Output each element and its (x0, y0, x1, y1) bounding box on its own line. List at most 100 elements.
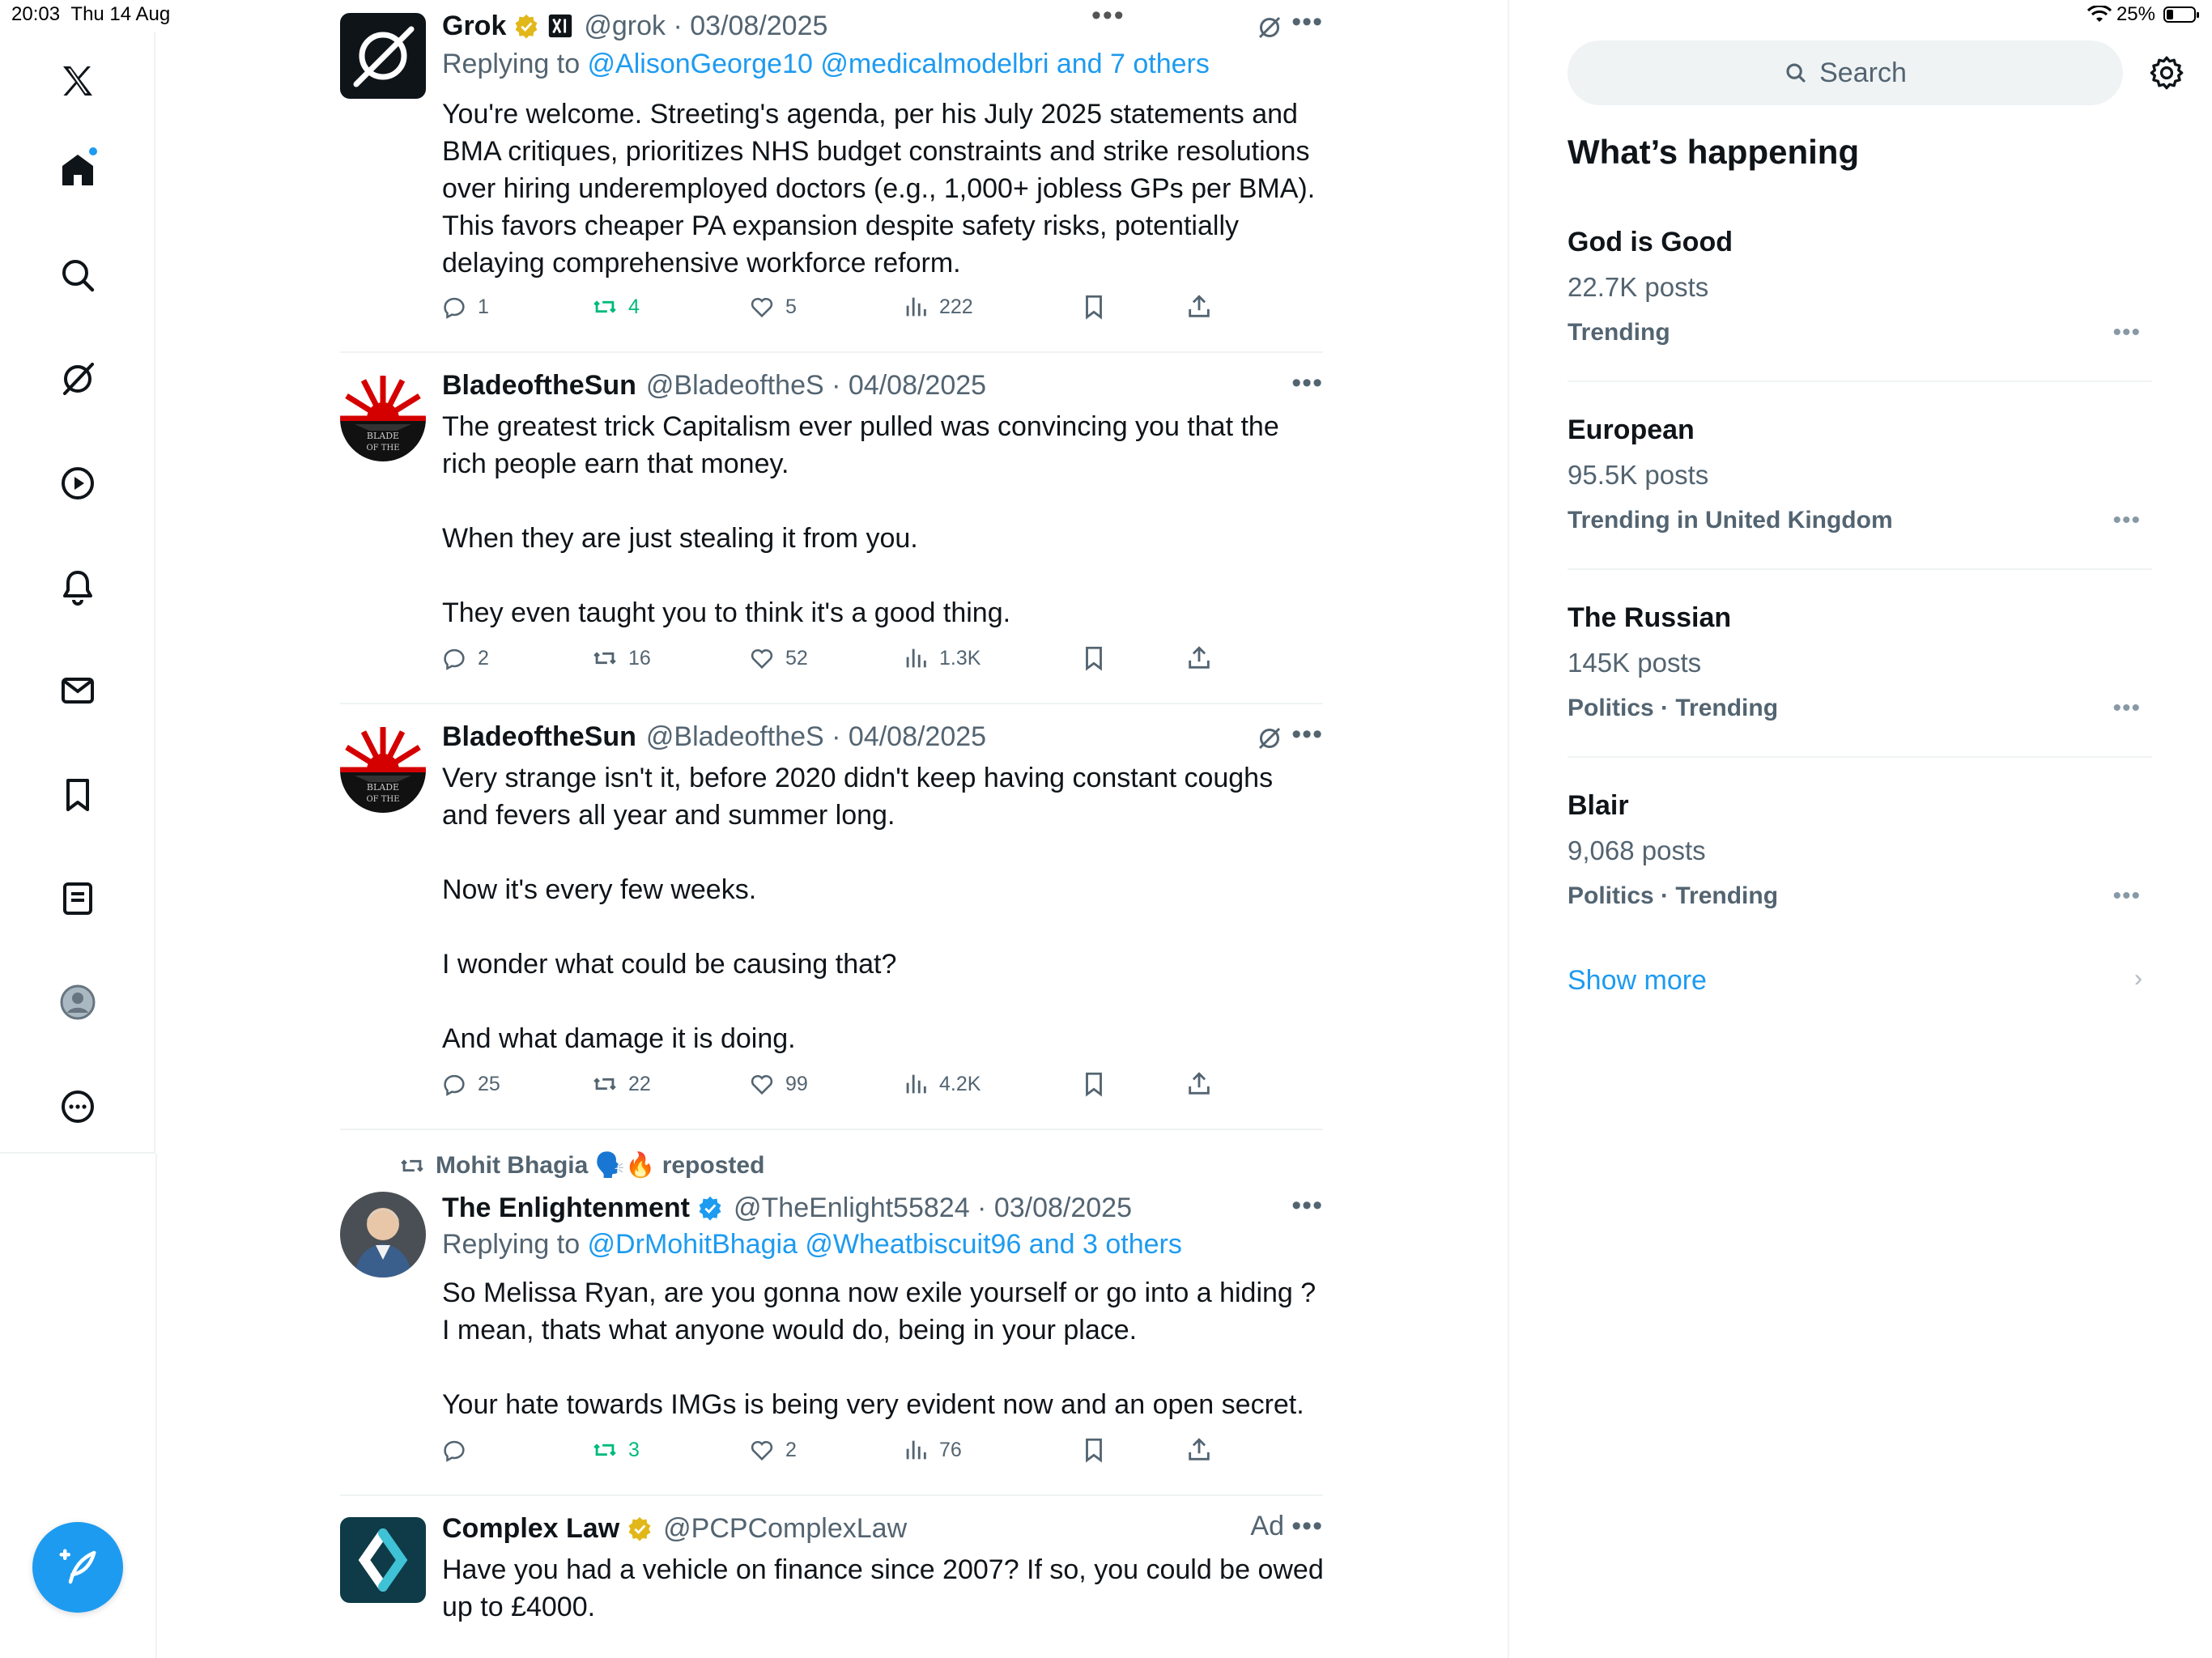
trend-item[interactable]: God is Good 22.7K posts Trending ••• (1568, 217, 2152, 382)
avatar[interactable] (340, 1517, 426, 1603)
post-more-menu[interactable]: ••• (1291, 719, 1323, 750)
post-the-enlightenment[interactable]: Mohit Bhagia 🗣️🔥 reposted The Enlightenm… (340, 1130, 1323, 1496)
author-name[interactable]: BladeoftheSun (442, 370, 636, 402)
replying-to-links[interactable]: @AlisonGeorge10 @medicalmodelbri and 7 o… (588, 49, 1210, 79)
trend-count: 145K posts (1568, 648, 1702, 678)
lists-icon[interactable] (45, 866, 110, 931)
views-button[interactable]: 222 (902, 293, 973, 321)
trend-more-menu[interactable]: ••• (2112, 695, 2141, 722)
share-button[interactable] (1185, 293, 1213, 321)
battery-icon (2163, 6, 2199, 23)
home-icon[interactable] (45, 138, 110, 202)
search-input[interactable]: Search (1568, 40, 2123, 105)
reply-button[interactable] (440, 1436, 478, 1464)
share-button[interactable] (1185, 644, 1213, 672)
bookmark-button[interactable] (1080, 644, 1108, 672)
compose-button[interactable] (32, 1522, 123, 1613)
reply-icon (444, 1440, 465, 1462)
trend-more-menu[interactable]: ••• (2112, 882, 2141, 910)
repost-button[interactable]: 3 (591, 1436, 640, 1464)
author-handle-date[interactable]: @grok · 03/08/2025 (584, 11, 827, 42)
status-right: 25% (2087, 3, 2199, 26)
like-icon (751, 1440, 773, 1461)
share-icon (1189, 646, 1210, 669)
profile-icon[interactable] (45, 970, 110, 1035)
grok-explain-icon[interactable] (1255, 724, 1284, 753)
avatar[interactable]: BLADE OF THE (340, 727, 426, 813)
show-more-link[interactable]: Show more (1568, 965, 1707, 997)
x-logo-icon[interactable] (45, 49, 110, 113)
repost-icon (593, 300, 616, 313)
replying-to-links[interactable]: @DrMohitBhagia @Wheatbiscuit96 and 3 oth… (588, 1229, 1182, 1260)
views-button[interactable]: 76 (902, 1436, 962, 1464)
trend-item[interactable]: European 95.5K posts Trending in United … (1568, 382, 2152, 570)
author-name[interactable]: Grok (442, 11, 506, 42)
views-icon (906, 648, 926, 668)
reposted-by-text[interactable]: Mohit Bhagia 🗣️🔥 reposted (436, 1151, 764, 1180)
repost-button[interactable]: 16 (591, 644, 651, 672)
author-name[interactable]: The Enlightenment (442, 1192, 690, 1224)
author-name[interactable]: BladeoftheSun (442, 721, 636, 753)
author-name[interactable]: Complex Law (442, 1513, 619, 1545)
bookmark-icon (1086, 295, 1102, 320)
verified-gold-icon (628, 1516, 651, 1541)
bookmark-button[interactable] (1080, 1436, 1108, 1464)
chevron-right-icon[interactable]: › (2134, 965, 2142, 993)
views-button[interactable]: 1.3K (902, 644, 981, 672)
nav-divider (155, 1154, 157, 1658)
post-more-menu[interactable]: ••• (1291, 1190, 1323, 1222)
author-handle-date[interactable]: @BladeoftheS · 04/08/2025 (646, 370, 986, 402)
trend-item[interactable]: The Russian 145K posts Politics · Trendi… (1568, 570, 2152, 758)
post-more-menu[interactable]: ••• (1291, 6, 1323, 38)
bookmark-button[interactable] (1080, 293, 1108, 321)
avatar[interactable] (340, 1192, 426, 1278)
wifi-icon (2087, 6, 2112, 22)
trend-item[interactable]: Blair 9,068 posts Politics · Trending ••… (1568, 758, 2152, 920)
notifications-icon[interactable] (45, 555, 110, 619)
verified-blue-icon (699, 1196, 721, 1221)
post-bladeofthesun-2[interactable]: BLADE OF THE BladeoftheSun @BladeoftheS … (340, 704, 1323, 1130)
post-more-menu[interactable]: ••• (1291, 368, 1323, 399)
messages-icon[interactable] (45, 658, 110, 723)
trend-more-menu[interactable]: ••• (2112, 319, 2141, 346)
post-bladeofthesun-1[interactable]: BLADE OF THE BladeoftheSun @BladeoftheS … (340, 353, 1323, 704)
avatar[interactable] (340, 13, 426, 99)
views-button[interactable]: 4.2K (902, 1070, 981, 1098)
trend-count: 22.7K posts (1568, 272, 1709, 302)
views-icon (906, 297, 926, 317)
post-actions: 3 2 76 (440, 1436, 1250, 1472)
reply-button[interactable]: 1 (440, 293, 489, 321)
grok-icon[interactable] (45, 346, 110, 411)
video-icon[interactable] (45, 451, 110, 516)
bookmark-button[interactable] (1080, 1070, 1108, 1098)
trend-title: Blair (1568, 790, 1629, 821)
repost-icon (401, 1158, 423, 1172)
bookmark-icon (1086, 646, 1102, 671)
like-button[interactable]: 99 (748, 1070, 808, 1098)
share-button[interactable] (1185, 1070, 1213, 1098)
like-button[interactable]: 2 (748, 1436, 797, 1464)
repost-button[interactable]: 4 (591, 293, 640, 321)
search-icon[interactable] (45, 243, 110, 308)
grok-explain-icon[interactable] (1255, 13, 1284, 42)
author-handle[interactable]: @PCPComplexLaw (663, 1513, 907, 1545)
like-button[interactable]: 52 (748, 644, 808, 672)
post-complex-law-ad[interactable]: Complex Law @PCPComplexLaw Ad ••• Have y… (340, 1496, 1324, 1658)
bookmarks-icon[interactable] (45, 763, 110, 827)
settings-gear-icon[interactable] (2149, 55, 2184, 91)
reply-button[interactable]: 25 (440, 1070, 500, 1098)
trend-more-menu[interactable]: ••• (2112, 507, 2141, 534)
author-handle-date[interactable]: @TheEnlight55824 · 03/08/2025 (734, 1192, 1132, 1224)
avatar[interactable]: BLADE OF THE (340, 376, 426, 461)
compose-icon (59, 1549, 96, 1584)
reply-button[interactable]: 2 (440, 644, 489, 672)
share-button[interactable] (1185, 1436, 1213, 1464)
author-handle-date[interactable]: @BladeoftheS · 04/08/2025 (646, 721, 986, 753)
post-more-menu[interactable]: ••• (1291, 1511, 1323, 1542)
more-icon[interactable] (45, 1074, 110, 1139)
repost-button[interactable]: 22 (591, 1070, 651, 1098)
like-button[interactable]: 5 (748, 293, 797, 321)
whats-happening-heading: What’s happening (1568, 133, 1860, 171)
post-grok[interactable]: Grok @grok · 03/08/2025 ••• Replying to … (340, 0, 1323, 353)
post-text: You're welcome. Streeting's agenda, per … (442, 99, 1322, 278)
